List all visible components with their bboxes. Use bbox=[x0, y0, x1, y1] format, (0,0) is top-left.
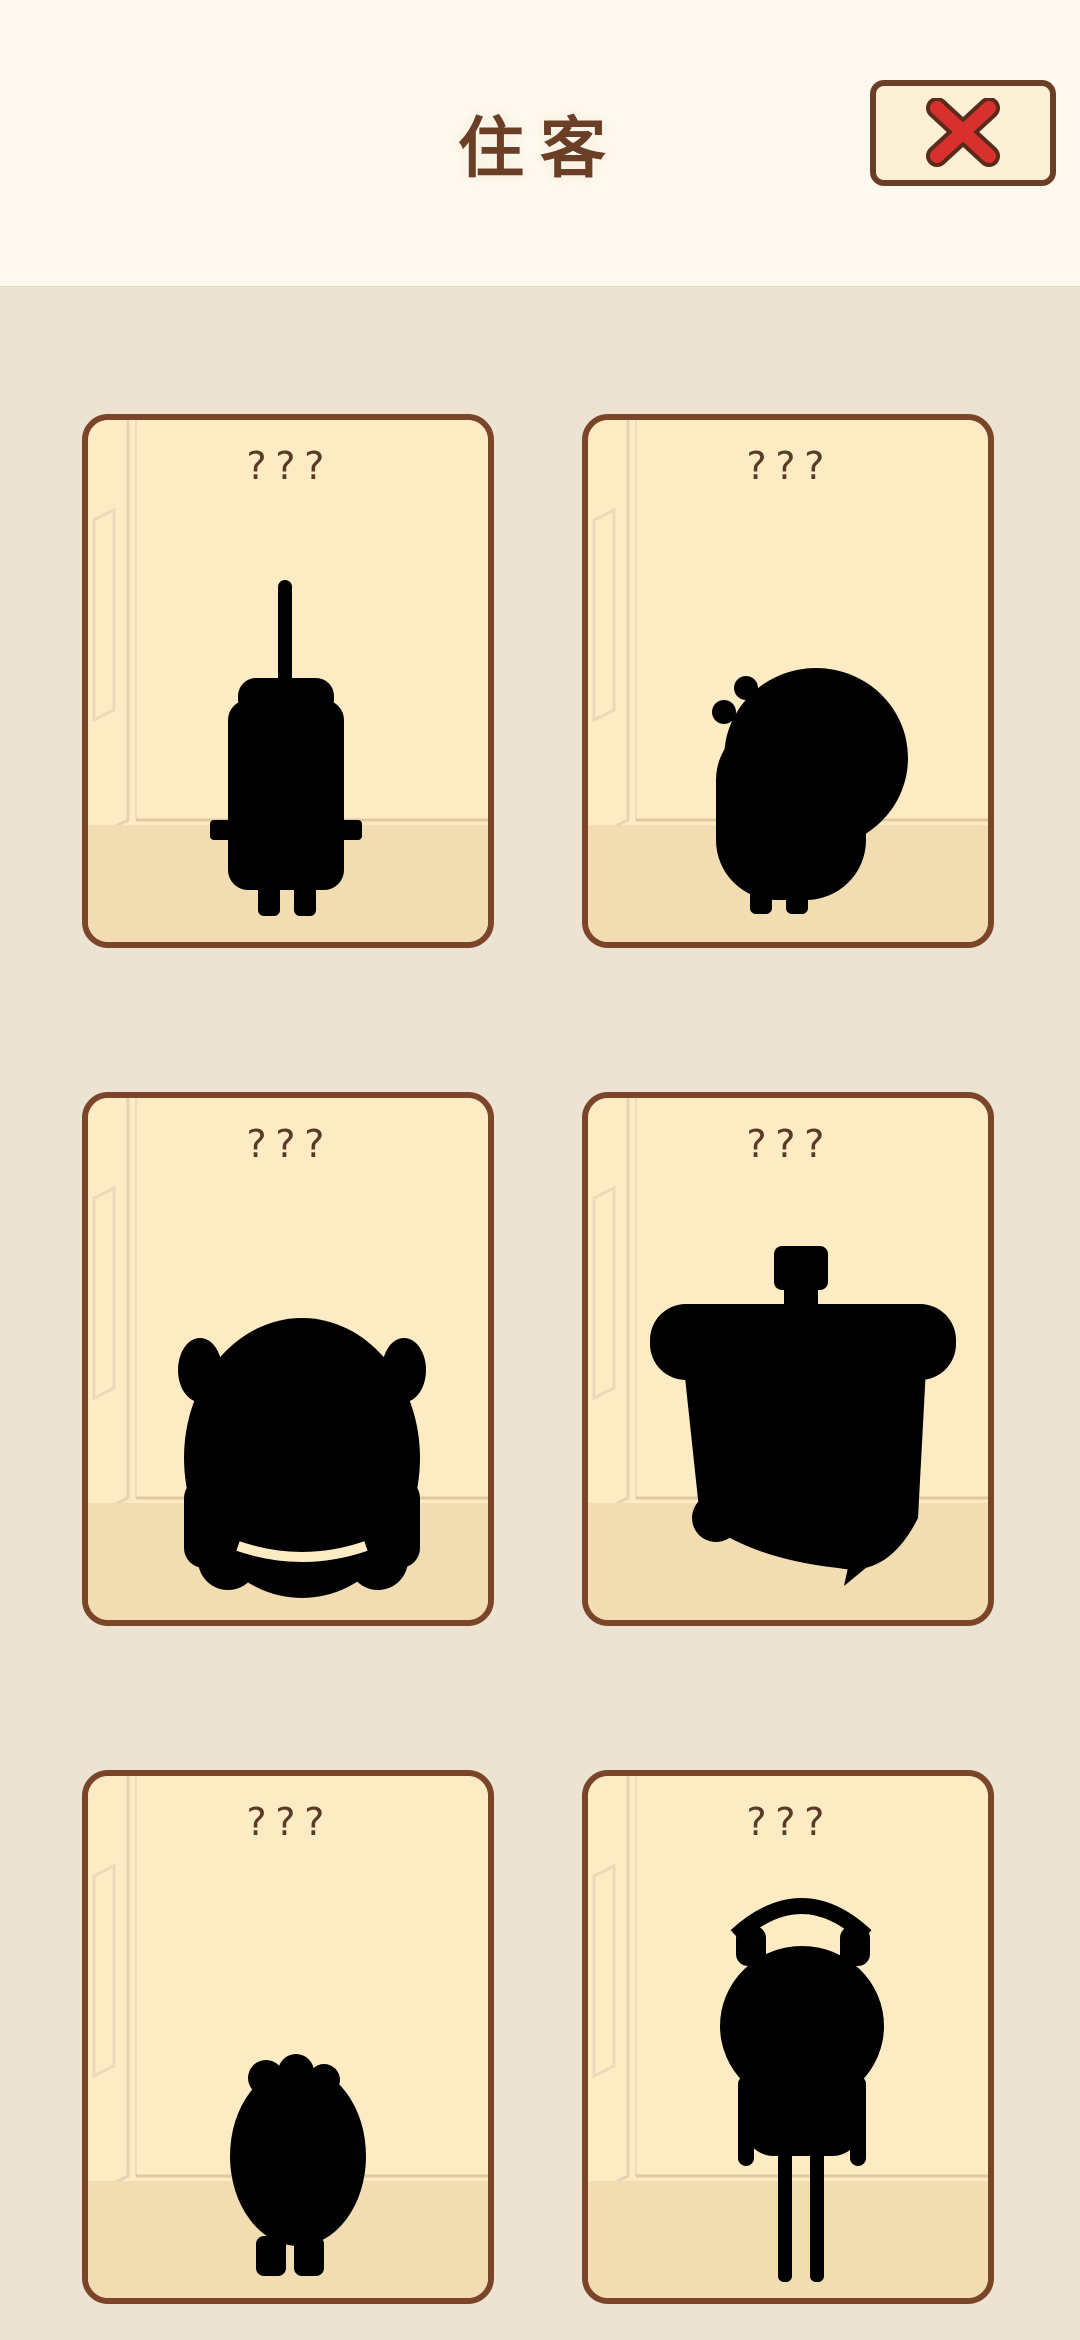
resident-card[interactable]: ??? bbox=[582, 414, 994, 948]
resident-silhouette bbox=[712, 668, 908, 914]
resident-silhouette bbox=[650, 1246, 956, 1586]
resident-silhouette bbox=[720, 1898, 884, 2282]
resident-card[interactable]: ??? bbox=[82, 1092, 494, 1626]
resident-silhouette bbox=[178, 1318, 426, 1598]
resident-card[interactable]: ??? bbox=[582, 1092, 994, 1626]
resident-card[interactable]: ??? bbox=[82, 1770, 494, 2304]
resident-card[interactable]: ??? bbox=[582, 1770, 994, 2304]
resident-grid: ??? ??? ??? ??? ??? ??? bbox=[0, 0, 1080, 2340]
resident-silhouette bbox=[210, 580, 362, 916]
resident-silhouette bbox=[230, 2054, 366, 2276]
resident-card[interactable]: ??? bbox=[82, 414, 494, 948]
